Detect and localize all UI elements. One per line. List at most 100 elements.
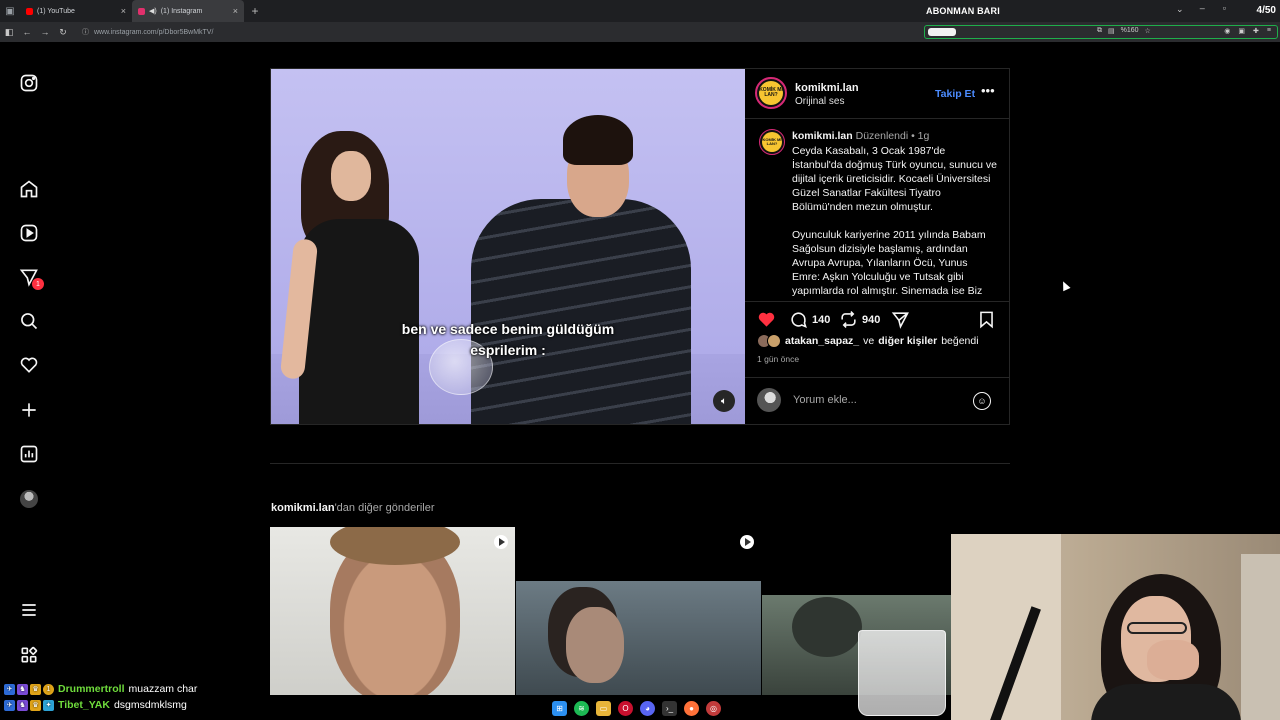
like-button[interactable] — [757, 310, 776, 329]
post-actions: 140 940 — [745, 301, 1009, 331]
speaker-icon[interactable]: ◀) — [149, 7, 157, 15]
tab-instagram[interactable]: ◀) (1) Instagram × — [132, 0, 244, 22]
badge-icon: ✈ — [4, 683, 15, 695]
windows-start-icon[interactable]: ⊞ — [552, 700, 567, 716]
profile-avatar[interactable] — [16, 486, 42, 512]
chat-message: ✈ ♞ ♛ 1 Drummertroll muazzam char — [4, 681, 197, 697]
post-details: KOMİK Mİ LAN? komikmi.lan Orijinal ses T… — [745, 69, 1009, 424]
chat-text: muazzam char — [128, 683, 198, 695]
comments-count: 140 — [812, 313, 831, 326]
bookmark-star-icon[interactable]: ☆ — [1145, 27, 1151, 35]
badge-icon: ✈ — [4, 699, 15, 711]
share-button[interactable] — [891, 310, 910, 329]
save-button[interactable] — [977, 310, 996, 329]
close-tab-icon[interactable]: × — [233, 6, 238, 16]
more-posts-title: komikmi.lan'dan diğer gönderiler — [271, 502, 435, 514]
vpn-icon[interactable]: ◉ — [1224, 27, 1230, 35]
menu-dots-icon[interactable]: ≡ — [1267, 27, 1271, 35]
comment-button[interactable]: 140 — [789, 310, 830, 329]
grid-post[interactable] — [270, 527, 515, 695]
post-username[interactable]: komikmi.lan — [795, 82, 859, 94]
chat-username[interactable]: Tibet_YAK — [58, 699, 110, 711]
spotify-icon[interactable]: ≋ — [574, 700, 589, 716]
account-avatar[interactable]: KOMİK Mİ LAN? — [755, 77, 787, 109]
insights-icon[interactable] — [16, 441, 42, 467]
close-tab-icon[interactable]: × — [121, 6, 126, 16]
badge-icon: ♞ — [17, 683, 28, 695]
terminal-icon[interactable]: ›_ — [662, 700, 677, 716]
video-person-man — [471, 199, 691, 424]
extension-icons: ◉ ▣ ✚ ≡ — [1224, 27, 1271, 35]
user-avatar — [757, 388, 781, 412]
opera-icon[interactable]: O — [618, 700, 633, 716]
reel-video[interactable]: ben ve sadece benim güldüğüm esprilerim … — [271, 69, 745, 424]
reposts-count: 940 — [862, 313, 881, 326]
minimize-icon[interactable]: – — [1200, 3, 1205, 13]
drinking-glass — [858, 630, 946, 716]
back-icon[interactable]: ← — [18, 27, 36, 37]
search-icon[interactable] — [16, 308, 42, 334]
forward-icon[interactable]: → — [36, 27, 54, 37]
badge-icon: 1 — [43, 683, 54, 695]
stream-chat: ✈ ♞ ♛ 1 Drummertroll muazzam char ✈ ♞ ♛ … — [4, 681, 197, 713]
caption-meta: Düzenlendi • 1g — [855, 130, 930, 142]
chevron-down-icon[interactable]: ⌄ — [1176, 4, 1184, 15]
chat-username[interactable]: Drummertroll — [58, 683, 125, 695]
grid-post[interactable] — [516, 527, 761, 695]
caption-username[interactable]: komikmi.lan — [792, 130, 853, 142]
apps-icon[interactable] — [16, 642, 42, 668]
reels-icon[interactable] — [16, 220, 42, 246]
follow-button[interactable]: Takip Et — [935, 88, 975, 100]
badge-icon: ✦ — [43, 699, 54, 711]
file-explorer-icon[interactable]: ▭ — [596, 700, 611, 716]
screenshot-icon[interactable]: ⧉ — [1097, 27, 1102, 35]
home-icon[interactable] — [16, 176, 42, 202]
bookmark-icon — [980, 311, 993, 329]
window-controls: – ▫ — [1200, 3, 1226, 13]
url-field[interactable]: ⓘ www.instagram.com/p/Dbor5BwMkTV/ — [82, 27, 213, 37]
workspaces-icon[interactable]: ▣ — [0, 0, 20, 22]
more-options-icon[interactable]: ••• — [981, 83, 995, 98]
youtube-favicon-icon — [26, 7, 33, 15]
avatar — [20, 490, 38, 508]
share-icon — [891, 312, 909, 329]
address-actions: ⧉ ▤ %160 ☆ — [1097, 27, 1151, 35]
create-icon[interactable] — [16, 397, 42, 423]
instagram-logo-icon[interactable] — [16, 70, 42, 96]
tab-youtube[interactable]: (1) YouTube × — [20, 0, 132, 22]
menu-icon[interactable] — [16, 597, 42, 623]
site-info-icon[interactable]: ⓘ — [82, 27, 89, 37]
notifications-icon[interactable] — [16, 352, 42, 378]
discord-icon[interactable]: ◕ — [640, 700, 655, 716]
chat-message: ✈ ♞ ♛ ✦ Tibet_YAK dsgmsdmklsmg — [4, 697, 197, 713]
messages-icon[interactable]: 1 — [16, 264, 44, 290]
zoom-level[interactable]: %160 — [1121, 27, 1139, 35]
audio-link[interactable]: Orijinal ses — [795, 96, 844, 107]
liker-others[interactable]: diğer kişiler — [878, 335, 937, 347]
video-subtitle: ben ve sadece benim güldüğüm esprilerim … — [401, 321, 615, 358]
instagram-sidebar: 1 — [0, 42, 58, 682]
subscription-counter: 4/50 — [1256, 5, 1276, 16]
firefox-icon[interactable]: ● — [684, 700, 699, 716]
extensions-icon[interactable]: ✚ — [1253, 27, 1259, 35]
reel-icon — [494, 535, 508, 549]
post-card: ben ve sadece benim güldüğüm esprilerim … — [270, 68, 1010, 425]
url-text: www.instagram.com/p/Dbor5BwMkTV/ — [94, 28, 214, 36]
app-icon[interactable]: ◎ — [706, 700, 721, 716]
reader-icon[interactable]: ▤ — [1108, 27, 1115, 35]
caption-avatar[interactable]: KOMİK Mİ LAN? — [759, 129, 785, 155]
sidebar-toggle-icon[interactable]: ◧ — [0, 27, 18, 38]
instagram-favicon-icon — [138, 7, 145, 15]
heart-filled-icon — [758, 312, 775, 327]
comment-input[interactable]: Yorum ekle... — [793, 394, 857, 406]
liker-username[interactable]: atakan_sapaz_ — [785, 335, 859, 347]
audio-toggle-icon[interactable]: 🔈︎ — [713, 390, 735, 412]
maximize-icon[interactable]: ▫ — [1223, 3, 1226, 13]
reload-icon[interactable]: ↻ — [54, 27, 72, 38]
repost-icon — [841, 311, 856, 328]
repost-button[interactable]: 940 — [839, 310, 880, 329]
post-time: 1 gün önce — [757, 354, 800, 364]
new-tab-button[interactable]: + — [244, 4, 266, 18]
wallet-icon[interactable]: ▣ — [1238, 27, 1245, 35]
emoji-icon[interactable]: ☺ — [973, 392, 991, 410]
